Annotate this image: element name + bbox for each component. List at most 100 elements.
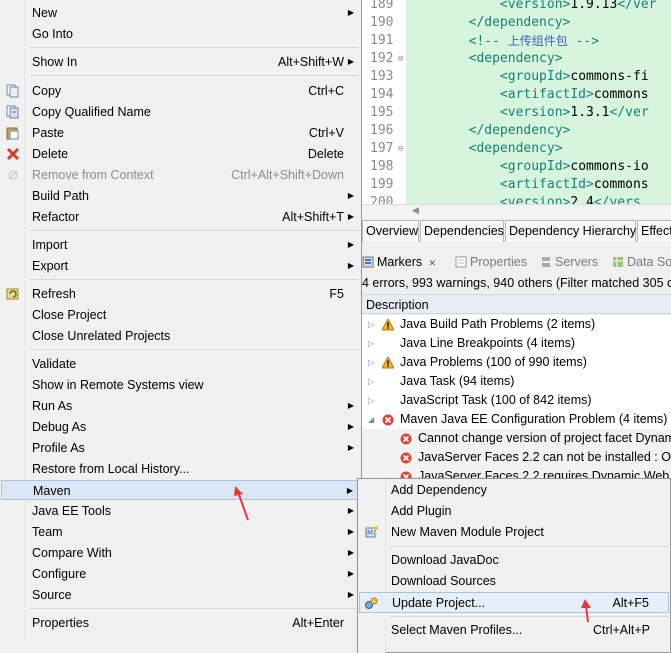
submenu-arrow-icon: ▶: [347, 191, 354, 200]
line-number: 195: [370, 105, 394, 120]
menu-item-go-into[interactable]: Go Into: [1, 24, 359, 44]
menu-item-delete[interactable]: Delete Delete: [1, 144, 359, 164]
marker-item[interactable]: Cannot change version of project facet D…: [362, 429, 671, 448]
menu-item-build-path[interactable]: Build Path ▶: [1, 186, 359, 206]
code-line[interactable]: 192 ⊖ <dependency>: [362, 50, 671, 68]
menu-label: Import: [32, 238, 68, 252]
expand-toggle-icon[interactable]: ▷: [368, 315, 374, 334]
code-line[interactable]: 193 <groupId>commons-fi: [362, 68, 671, 86]
close-icon[interactable]: ✕: [429, 258, 437, 268]
tab-servers[interactable]: Servers: [540, 250, 598, 274]
menu-item-export[interactable]: Export ▶: [1, 256, 359, 276]
menu-item-validate[interactable]: Validate: [1, 354, 359, 374]
menu-item-properties[interactable]: Properties Alt+Enter: [1, 613, 359, 633]
code-line[interactable]: 196 </dependency>: [362, 122, 671, 140]
xml-tag: <artifactId>: [406, 177, 594, 192]
fold-toggle-icon[interactable]: ⊖: [398, 50, 403, 68]
menu-item-refresh[interactable]: Refresh F5: [1, 284, 359, 304]
fold-toggle-icon[interactable]: ⊖: [398, 140, 403, 158]
menu-item-debug-as[interactable]: Debug As ▶: [1, 417, 359, 437]
menu-item-show-remote-systems[interactable]: Show in Remote Systems view: [1, 375, 359, 395]
menu-label: Restore from Local History...: [32, 462, 190, 476]
submenu-item-update-project[interactable]: Update Project... Alt+F5: [359, 592, 669, 613]
code-line[interactable]: 195 <version>1.3.1</ver: [362, 104, 671, 122]
code-line[interactable]: 191 <!-- 上传组件包 -->: [362, 32, 671, 50]
code-line[interactable]: 190 </dependency>: [362, 14, 671, 32]
menu-item-copy-qualified-name[interactable]: Copy Qualified Name: [1, 102, 359, 122]
marker-group[interactable]: ▷ Java Problems (100 of 990 items): [362, 353, 671, 372]
editor-horizontal-scrollbar[interactable]: ◀: [362, 204, 671, 218]
menu-label: Copy Qualified Name: [32, 105, 151, 119]
code-line[interactable]: 197 ⊖ <dependency>: [362, 140, 671, 158]
xml-text: 1.3.1: [570, 105, 610, 120]
code-line[interactable]: 199 <artifactId>commons: [362, 176, 671, 194]
submenu-item-new-maven-module[interactable]: M New Maven Module Project: [359, 522, 669, 543]
menu-item-team[interactable]: Team ▶: [1, 522, 359, 542]
menu-item-compare-with[interactable]: Compare With ▶: [1, 543, 359, 563]
expand-toggle-icon[interactable]: ▷: [368, 391, 374, 410]
marker-group[interactable]: ▷ Java Build Path Problems (2 items): [362, 315, 671, 334]
menu-shortcut: Ctrl+Alt+P: [593, 623, 650, 637]
menu-item-show-in[interactable]: Show In Alt+Shift+W ▶: [1, 52, 359, 72]
expand-toggle-icon[interactable]: ▷: [368, 372, 374, 391]
menu-item-close-unrelated-projects[interactable]: Close Unrelated Projects: [1, 326, 359, 346]
marker-group[interactable]: ▷ Java Task (94 items): [362, 372, 671, 391]
expand-toggle-icon[interactable]: ▷: [368, 334, 374, 353]
code-line[interactable]: 189 <version>1.9.13</ver: [362, 0, 671, 14]
menu-label: Paste: [32, 126, 64, 140]
marker-item[interactable]: JavaServer Faces 2.2 can not be installe…: [362, 448, 671, 467]
menu-item-java-ee-tools[interactable]: Java EE Tools ▶: [1, 501, 359, 521]
marker-group[interactable]: ▷ Java Line Breakpoints (4 items): [362, 334, 671, 353]
menu-item-copy[interactable]: Copy Ctrl+C: [1, 81, 359, 101]
expand-toggle-icon[interactable]: ▷: [368, 353, 374, 372]
submenu-item-download-sources[interactable]: Download Sources: [359, 571, 669, 592]
tab-servers-label: Servers: [555, 255, 599, 269]
tab-dependency-hierarchy[interactable]: Dependency Hierarchy: [505, 220, 636, 242]
menu-item-source[interactable]: Source ▶: [1, 585, 359, 605]
tab-dependencies[interactable]: Dependencies: [420, 220, 504, 242]
submenu-item-download-javadoc[interactable]: Download JavaDoc: [359, 550, 669, 571]
marker-group[interactable]: ◢ Maven Java EE Configuration Problem (4 …: [362, 410, 671, 429]
menu-shortcut: Ctrl+V: [308, 126, 344, 140]
expand-toggle-icon[interactable]: ◢: [368, 410, 374, 429]
menu-item-new[interactable]: New ▶: [1, 3, 359, 23]
pom-xml-editor[interactable]: 189 <version>1.9.13</ver 190 </dependency…: [362, 0, 671, 205]
tab-overview[interactable]: Overview: [362, 220, 419, 242]
code-line[interactable]: 194 <artifactId>commons: [362, 86, 671, 104]
menu-label: Properties: [32, 616, 89, 630]
submenu-item-add-plugin[interactable]: Add Plugin: [359, 501, 669, 522]
menu-item-refactor[interactable]: Refactor Alt+Shift+T ▶: [1, 207, 359, 227]
menu-item-close-project[interactable]: Close Project: [1, 305, 359, 325]
marker-group[interactable]: ▷ JavaScript Task (100 of 842 items): [362, 391, 671, 410]
scroll-left-arrow-icon[interactable]: ◀: [412, 205, 419, 216]
code-text: <artifactId>commons: [406, 86, 649, 104]
menu-item-remove-from-context: Remove from Context Ctrl+Alt+Shift+Down: [1, 165, 359, 185]
menu-label: Run As: [32, 399, 73, 413]
menu-item-restore-local-history[interactable]: Restore from Local History...: [1, 459, 359, 479]
menu-label: Refactor: [32, 210, 80, 224]
menu-item-configure[interactable]: Configure ▶: [1, 564, 359, 584]
menu-item-import[interactable]: Import ▶: [1, 235, 359, 255]
menu-label: New: [32, 6, 58, 20]
xml-tag: </dependency>: [406, 15, 571, 30]
menu-item-maven[interactable]: Maven ▶: [1, 480, 359, 500]
xml-tag: <artifactId>: [406, 87, 594, 102]
remove-from-context-icon: [6, 168, 20, 182]
menu-item-profile-as[interactable]: Profile As ▶: [1, 438, 359, 458]
tab-properties[interactable]: Properties: [455, 250, 527, 274]
menu-item-paste[interactable]: Paste Ctrl+V: [1, 123, 359, 143]
marker-label: Java Problems (100 of 990 items): [400, 355, 587, 369]
menu-separator: [389, 616, 671, 617]
tab-data-source[interactable]: Data So: [612, 250, 671, 274]
menu-separator: [29, 47, 359, 48]
marker-label: Cannot change version of project facet D…: [418, 431, 671, 445]
tab-markers[interactable]: Markers ✕: [362, 250, 436, 274]
code-line[interactable]: 198 <groupId>commons-io: [362, 158, 671, 176]
line-number: 192: [370, 51, 394, 66]
submenu-item-add-dependency[interactable]: Add Dependency: [359, 480, 669, 501]
menu-item-run-as[interactable]: Run As ▶: [1, 396, 359, 416]
tab-effective-pom[interactable]: Effecti: [637, 220, 671, 242]
submenu-item-select-maven-profiles[interactable]: Select Maven Profiles... Ctrl+Alt+P: [359, 620, 669, 641]
xml-tag: </ver: [609, 105, 649, 120]
markers-column-description[interactable]: Description: [362, 294, 671, 314]
